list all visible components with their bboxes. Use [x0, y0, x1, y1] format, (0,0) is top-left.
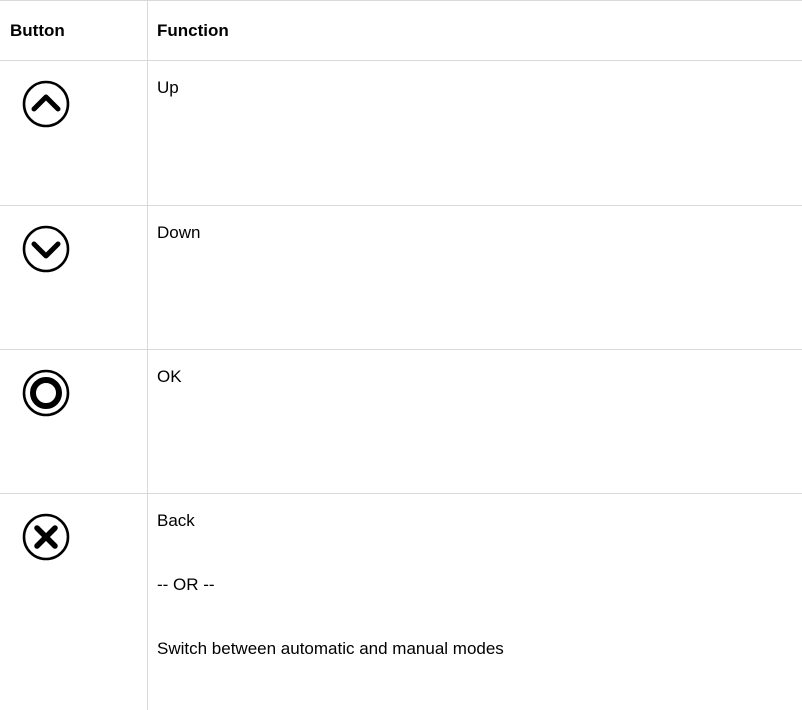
- function-alt-text: Switch between automatic and manual mode…: [157, 638, 802, 660]
- function-cell: Back -- OR -- Switch between automatic a…: [148, 494, 802, 710]
- ok-ring-icon: [21, 368, 71, 418]
- button-cell: [0, 494, 148, 710]
- button-cell: [0, 350, 148, 494]
- function-text: Back: [157, 494, 802, 532]
- header-function: Function: [148, 1, 802, 61]
- down-chevron-circle-icon: [21, 224, 71, 274]
- or-separator: -- OR --: [157, 574, 802, 596]
- function-cell: OK: [148, 350, 802, 494]
- button-function-table: Button Function Up Down: [0, 0, 802, 710]
- function-text: Down: [157, 206, 802, 244]
- header-button: Button: [0, 1, 148, 61]
- function-cell: Up: [148, 61, 802, 206]
- table-row: Down: [0, 206, 802, 350]
- function-cell: Down: [148, 206, 802, 350]
- function-text: OK: [157, 350, 802, 388]
- table-row: Up: [0, 61, 802, 206]
- up-chevron-circle-icon: [21, 79, 71, 129]
- close-x-circle-icon: [21, 512, 71, 562]
- table-row: OK: [0, 350, 802, 494]
- table-row: Back -- OR -- Switch between automatic a…: [0, 494, 802, 710]
- table-header-row: Button Function: [0, 1, 802, 61]
- button-cell: [0, 206, 148, 350]
- function-text: Up: [157, 61, 802, 99]
- button-cell: [0, 61, 148, 206]
